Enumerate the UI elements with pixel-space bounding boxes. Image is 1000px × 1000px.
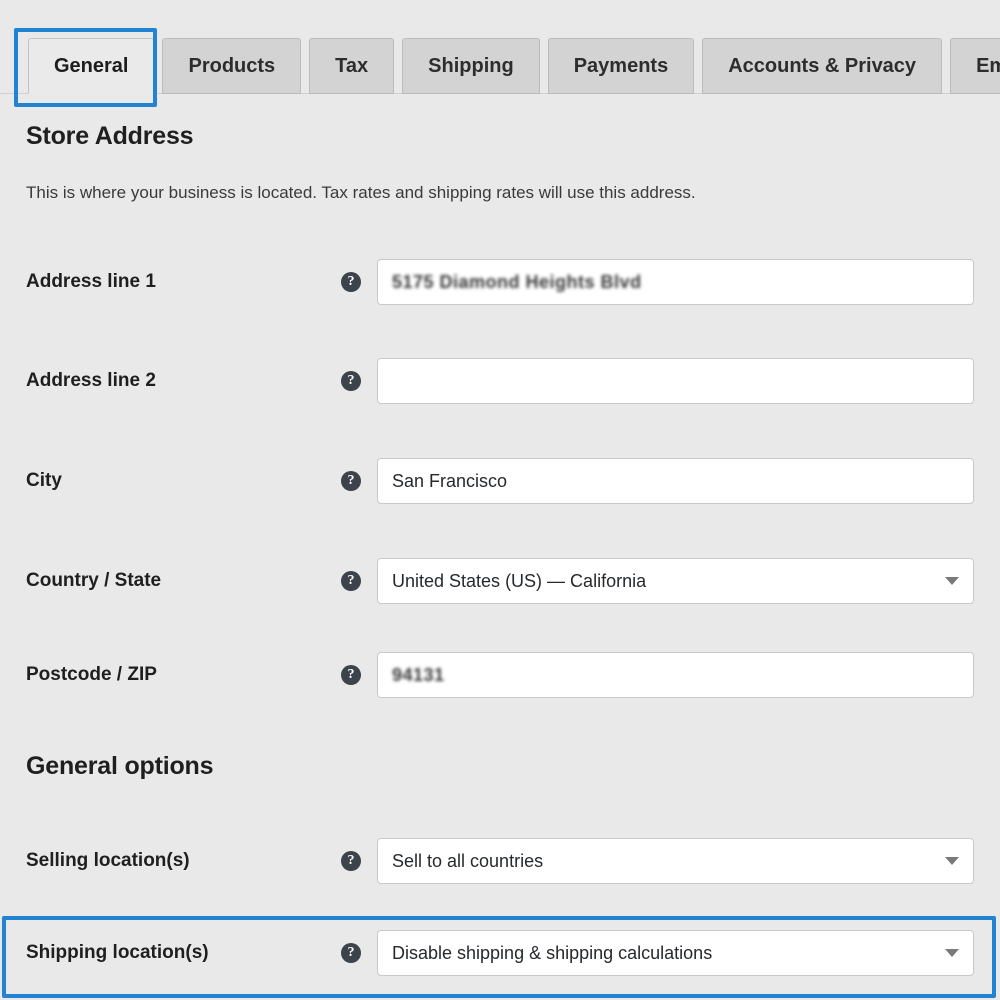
tab-shipping-label: Shipping xyxy=(428,56,514,76)
country-state-select[interactable]: United States (US) — California xyxy=(377,558,974,604)
address-line-1-input[interactable]: 5175 Diamond Heights Blvd xyxy=(377,259,974,305)
chevron-down-icon xyxy=(945,949,959,957)
postcode-label: Postcode / ZIP xyxy=(26,664,157,686)
tab-payments[interactable]: Payments xyxy=(548,38,695,94)
store-address-heading: Store Address xyxy=(26,122,193,151)
city-value: San Francisco xyxy=(392,471,507,492)
form-row-city: City ? San Francisco xyxy=(0,449,1000,513)
postcode-value: 94131 xyxy=(392,665,445,686)
tab-payments-label: Payments xyxy=(574,56,669,76)
address-line-1-label: Address line 1 xyxy=(26,271,156,293)
address-line-2-input[interactable] xyxy=(377,358,974,404)
form-row-address-line-2: Address line 2 ? xyxy=(0,349,1000,413)
help-circle-icon[interactable]: ? xyxy=(341,371,361,391)
tab-products[interactable]: Products xyxy=(162,38,301,94)
tab-general[interactable]: General xyxy=(28,38,154,94)
form-row-country-state: Country / State ? United States (US) — C… xyxy=(0,549,1000,613)
tab-emails-label: Emails xyxy=(976,56,1000,76)
shipping-locations-value: Disable shipping & shipping calculations xyxy=(392,943,712,964)
tab-products-label: Products xyxy=(188,56,275,76)
selling-locations-label: Selling location(s) xyxy=(26,850,190,872)
tab-tax-label: Tax xyxy=(335,56,368,76)
tab-accounts-privacy-label: Accounts & Privacy xyxy=(728,56,916,76)
country-state-value: United States (US) — California xyxy=(392,571,646,592)
help-circle-icon[interactable]: ? xyxy=(341,272,361,292)
help-circle-icon[interactable]: ? xyxy=(341,943,361,963)
country-state-label: Country / State xyxy=(26,570,161,592)
tab-tax[interactable]: Tax xyxy=(309,38,394,94)
help-circle-icon[interactable]: ? xyxy=(341,571,361,591)
postcode-input[interactable]: 94131 xyxy=(377,652,974,698)
chevron-down-icon xyxy=(945,577,959,585)
chevron-down-icon xyxy=(945,857,959,865)
general-options-heading: General options xyxy=(26,752,213,781)
city-input[interactable]: San Francisco xyxy=(377,458,974,504)
shipping-locations-select[interactable]: Disable shipping & shipping calculations xyxy=(377,930,974,976)
help-circle-icon[interactable]: ? xyxy=(341,851,361,871)
shipping-locations-label: Shipping location(s) xyxy=(26,942,209,964)
form-row-selling-locations: Selling location(s) ? Sell to all countr… xyxy=(0,829,1000,893)
settings-tab-bar: General Products Tax Shipping Payments A… xyxy=(0,0,1000,96)
address-line-1-value: 5175 Diamond Heights Blvd xyxy=(392,272,642,293)
city-label: City xyxy=(26,470,62,492)
tab-shipping[interactable]: Shipping xyxy=(402,38,540,94)
tab-general-label: General xyxy=(54,56,128,76)
form-row-postcode: Postcode / ZIP ? 94131 xyxy=(0,643,1000,707)
form-row-shipping-locations: Shipping location(s) ? Disable shipping … xyxy=(0,921,1000,985)
help-circle-icon[interactable]: ? xyxy=(341,471,361,491)
tab-emails[interactable]: Emails xyxy=(950,38,1000,94)
form-row-address-line-1: Address line 1 ? 5175 Diamond Heights Bl… xyxy=(0,250,1000,314)
settings-tabs: General Products Tax Shipping Payments A… xyxy=(28,36,1000,94)
address-line-2-label: Address line 2 xyxy=(26,370,156,392)
selling-locations-value: Sell to all countries xyxy=(392,851,543,872)
help-circle-icon[interactable]: ? xyxy=(341,665,361,685)
woocommerce-general-settings-page: General Products Tax Shipping Payments A… xyxy=(0,0,1000,1000)
selling-locations-select[interactable]: Sell to all countries xyxy=(377,838,974,884)
tab-accounts-privacy[interactable]: Accounts & Privacy xyxy=(702,38,942,94)
store-address-description: This is where your business is located. … xyxy=(26,183,696,203)
